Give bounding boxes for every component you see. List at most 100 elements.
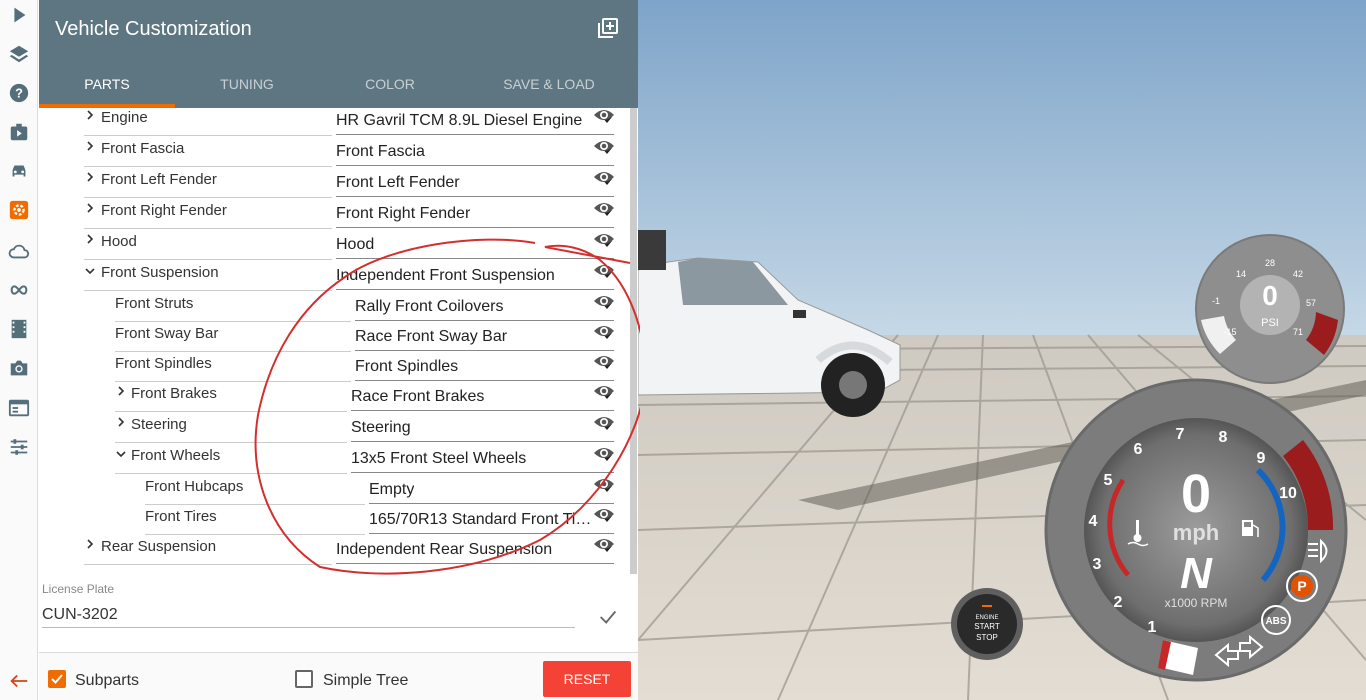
- eye-icon[interactable]: [593, 536, 615, 552]
- part-label: Front Spindles: [115, 355, 212, 372]
- part-row: Front Fascia Front Fascia: [39, 136, 638, 167]
- eye-icon[interactable]: [593, 231, 615, 247]
- help-icon[interactable]: ?: [4, 78, 34, 108]
- parking-brake-icon: P: [1286, 570, 1318, 602]
- engine-start-stop-button[interactable]: ENGINE START STOP: [951, 588, 1023, 660]
- popout-icon[interactable]: [596, 16, 620, 40]
- part-select[interactable]: Independent Rear Suspension: [336, 536, 614, 564]
- chevron-down-icon[interactable]: [84, 263, 96, 282]
- chevron-right-icon[interactable]: [84, 139, 96, 158]
- part-select[interactable]: Rally Front Coilovers: [355, 293, 614, 321]
- tab-tuning[interactable]: TUNING: [187, 76, 307, 92]
- simple-tree-checkbox[interactable]: [295, 670, 313, 688]
- boost-tick-label: 71: [1293, 327, 1303, 337]
- eye-icon[interactable]: [593, 138, 615, 154]
- boost-tick-label: -15: [1223, 327, 1236, 337]
- camera-icon[interactable]: [4, 353, 34, 383]
- part-select-value: Independent Front Suspension: [336, 267, 555, 284]
- eye-icon[interactable]: [593, 414, 615, 430]
- chevron-right-icon[interactable]: [84, 170, 96, 189]
- boost-value: 0: [1262, 280, 1278, 311]
- part-select[interactable]: 13x5 Front Steel Wheels: [351, 445, 614, 473]
- chevron-right-icon[interactable]: [84, 537, 96, 556]
- rpm-tick-label: 5: [1104, 472, 1113, 489]
- part-select[interactable]: Independent Front Suspension: [336, 262, 614, 290]
- game-viewport[interactable]: 0 PSI -15 -1 14 28 42 57 71 0 mph N x100…: [638, 0, 1366, 700]
- part-select[interactable]: Front Fascia: [336, 138, 614, 166]
- part-select-value: Steering: [351, 419, 411, 436]
- part-select[interactable]: 165/70R13 Standard Front Tires: [369, 506, 614, 534]
- back-arrow-icon[interactable]: [4, 666, 34, 696]
- part-select[interactable]: Front Right Fender: [336, 200, 614, 228]
- sliders-icon[interactable]: [4, 432, 34, 462]
- tab-color[interactable]: COLOR: [330, 76, 450, 92]
- svg-text:?: ?: [15, 86, 23, 101]
- part-select[interactable]: Front Spindles: [355, 353, 614, 381]
- eye-icon[interactable]: [593, 383, 615, 399]
- film-icon[interactable]: [4, 314, 34, 344]
- part-label: Front Sway Bar: [115, 325, 219, 342]
- tab-save-load[interactable]: SAVE & LOAD: [479, 76, 619, 92]
- part-select-value: Empty: [369, 481, 415, 498]
- subparts-label: Subparts: [75, 672, 140, 689]
- eye-icon[interactable]: [593, 293, 615, 309]
- tab-parts[interactable]: PARTS: [39, 76, 175, 92]
- part-select[interactable]: Race Front Brakes: [351, 383, 614, 411]
- part-select[interactable]: Hood: [336, 231, 614, 259]
- start-label: START: [974, 622, 1000, 631]
- part-label: Front Hubcaps: [145, 478, 244, 495]
- part-label: Engine: [101, 109, 148, 126]
- eye-icon[interactable]: [593, 445, 615, 461]
- eye-icon[interactable]: [593, 262, 615, 278]
- part-select[interactable]: Empty: [369, 476, 614, 504]
- chevron-right-icon[interactable]: [84, 201, 96, 220]
- boost-tick-label: 57: [1306, 298, 1316, 308]
- chevron-right-icon[interactable]: [84, 108, 96, 127]
- parts-tree: Engine HR Gavril TCM 8.9L Diesel Engine Fr…: [39, 108, 638, 574]
- license-plate-input[interactable]: [42, 602, 575, 628]
- part-select[interactable]: Steering: [351, 414, 614, 442]
- part-select-value: Hood: [336, 236, 375, 253]
- gear-icon[interactable]: [4, 195, 34, 225]
- eye-icon[interactable]: [593, 108, 615, 123]
- parts-scrollbar[interactable]: [630, 108, 637, 574]
- boost-tick-label: 14: [1236, 269, 1246, 279]
- window-icon[interactable]: [4, 393, 34, 423]
- infinity-icon[interactable]: [4, 275, 34, 305]
- part-row: Front Tires 165/70R13 Standard Front Tire…: [39, 504, 638, 535]
- part-select-value: Front Left Fender: [336, 174, 460, 191]
- eye-icon[interactable]: [593, 169, 615, 185]
- mission-icon[interactable]: [4, 117, 34, 147]
- part-select[interactable]: Race Front Sway Bar: [355, 323, 614, 351]
- chevron-down-icon[interactable]: [115, 446, 127, 465]
- panel-footer: Subparts Simple Tree RESET: [39, 652, 638, 700]
- reset-button[interactable]: RESET: [543, 661, 631, 697]
- subparts-checkbox[interactable]: [48, 670, 66, 688]
- play-icon[interactable]: [4, 0, 34, 30]
- check-icon[interactable]: [597, 606, 619, 628]
- parking-brake-label: P: [1297, 578, 1306, 594]
- part-select[interactable]: Front Left Fender: [336, 169, 614, 197]
- chevron-right-icon[interactable]: [115, 384, 127, 403]
- rpm-tick-label: 7: [1176, 426, 1185, 443]
- part-row: Front Struts Rally Front Coilovers: [39, 291, 638, 322]
- part-select-value: Front Right Fender: [336, 205, 471, 222]
- cloud-icon[interactable]: [4, 236, 34, 266]
- rpm-tick-label: 8: [1219, 429, 1228, 446]
- eye-icon[interactable]: [593, 353, 615, 369]
- chevron-right-icon[interactable]: [115, 415, 127, 434]
- chevron-right-icon[interactable]: [84, 232, 96, 251]
- eye-icon[interactable]: [593, 476, 615, 492]
- part-row: Front Right Fender Front Right Fender: [39, 198, 638, 229]
- row-divider: [84, 564, 332, 565]
- car-icon[interactable]: [4, 156, 34, 186]
- eye-icon[interactable]: [593, 506, 615, 522]
- layers-icon[interactable]: [4, 39, 34, 69]
- eye-icon[interactable]: [593, 200, 615, 216]
- speed-unit: mph: [1173, 520, 1219, 545]
- eye-icon[interactable]: [593, 323, 615, 339]
- part-select[interactable]: HR Gavril TCM 8.9L Diesel Engine: [336, 108, 614, 135]
- part-select-value: HR Gavril TCM 8.9L Diesel Engine: [336, 112, 583, 129]
- rpm-tick-label: 9: [1257, 450, 1266, 467]
- rpm-tick-label: 3: [1093, 556, 1102, 573]
